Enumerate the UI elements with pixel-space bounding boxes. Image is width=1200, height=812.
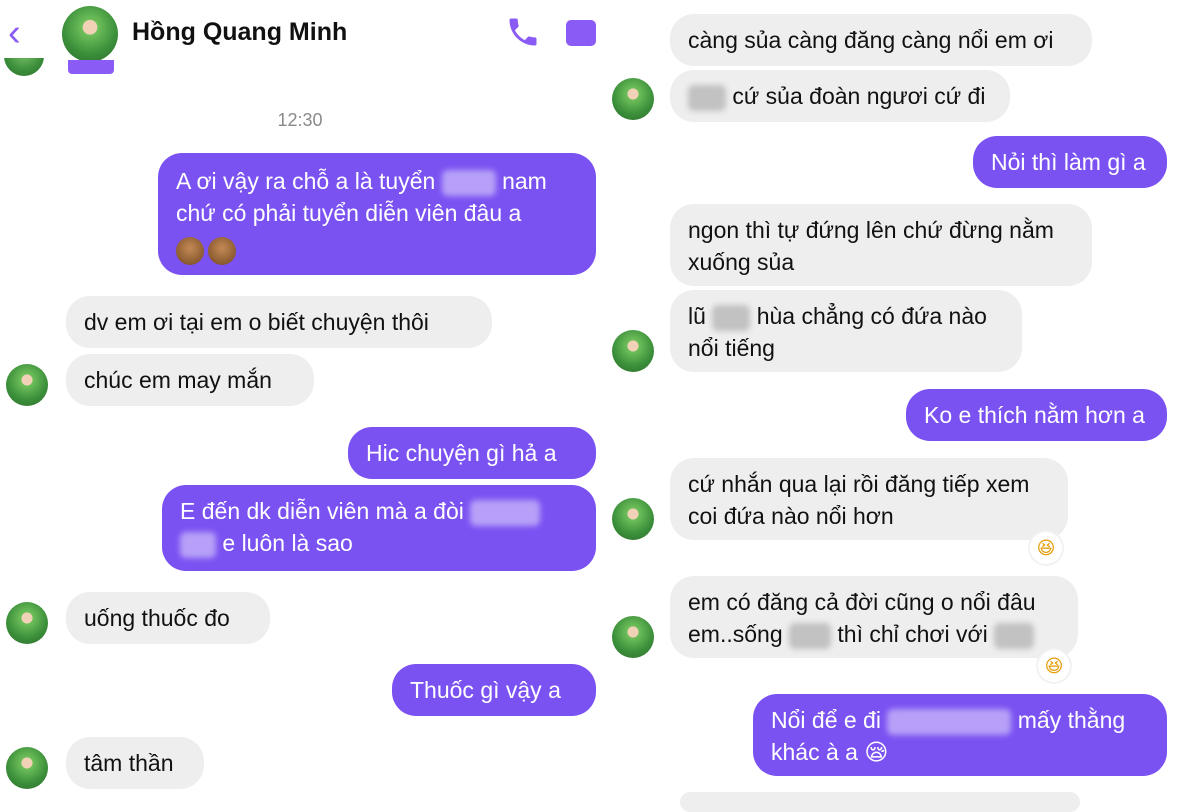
message-text: dv em ơi tại em o biết chuyện thôi — [84, 309, 429, 335]
message-text: khác à a — [771, 739, 858, 765]
message-text: chúc em may mắn — [84, 367, 272, 393]
message-bubble-incoming[interactable]: cứ sủa đoàn ngươi cứ đi — [670, 70, 1010, 122]
message-bubble-outgoing[interactable]: A ơi vậy ra chỗ a là tuyển nam chứ có ph… — [158, 153, 596, 275]
message-bubble-outgoing[interactable]: Nỏi thì làm gì a — [973, 136, 1167, 188]
message-text: càng sủa càng đăng càng nổi em ơi — [688, 27, 1054, 53]
timestamp: 12:30 — [277, 110, 323, 130]
sender-avatar[interactable] — [612, 498, 654, 540]
redacted-blur — [789, 622, 831, 649]
message-bubble-incoming[interactable]: lũ hùa chẳng có đứa nào nổi tiếng — [670, 290, 1022, 372]
sender-avatar[interactable] — [6, 747, 48, 789]
message-text: xuống sủa — [688, 249, 795, 275]
message-text: Thuốc gì vậy a — [410, 677, 561, 703]
facepalm-emoji-icon — [208, 236, 236, 265]
message-bubble-incoming[interactable]: cứ nhắn qua lại rồi đăng tiếp xem coi đứ… — [670, 458, 1068, 540]
message-bubble-incoming[interactable]: càng sủa càng đăng càng nổi em ơi — [670, 14, 1092, 66]
message-text: tâm thần — [84, 750, 174, 776]
contact-avatar[interactable] — [62, 6, 118, 62]
sender-avatar[interactable] — [6, 364, 48, 406]
facepalm-emoji-icon — [176, 236, 204, 265]
message-bubble-outgoing[interactable]: Nổi để e đi mấy thằng khác à a 😪 — [753, 694, 1167, 776]
chevron-left-icon[interactable]: ‹ — [8, 14, 21, 52]
sender-avatar[interactable] — [612, 78, 654, 120]
previous-bubble-stub — [68, 60, 114, 74]
message-text: thì chỉ chơi với — [837, 621, 988, 647]
message-bubble-incoming[interactable]: chúc em may mắn — [66, 354, 314, 406]
sender-avatar[interactable] — [6, 602, 48, 644]
message-bubble-outgoing[interactable]: Ko e thích nằm hơn a — [906, 389, 1167, 441]
redacted-blur — [180, 531, 216, 558]
message-bubble-outgoing[interactable]: E đến dk diễn viên mà a đòi e luôn là sa… — [162, 485, 596, 571]
message-text: em..sống — [688, 621, 783, 647]
message-text: Ko e thích nằm hơn a — [924, 402, 1145, 428]
message-text: coi đứa nào nổi hơn — [688, 503, 894, 529]
message-text: Nỏi thì làm gì a — [991, 149, 1146, 175]
message-text: nam — [502, 168, 547, 194]
message-text: lũ — [688, 303, 706, 329]
next-bubble-stub — [680, 792, 1080, 812]
sleepy-emoji-icon: 😪 — [864, 739, 889, 765]
message-bubble-incoming[interactable]: dv em ơi tại em o biết chuyện thôi — [66, 296, 492, 348]
sender-avatar[interactable] — [612, 330, 654, 372]
message-bubble-incoming[interactable]: tâm thần — [66, 737, 204, 789]
redacted-blur — [994, 622, 1035, 649]
laughing-reaction-icon[interactable]: 😆 — [1030, 532, 1062, 564]
message-text: nổi tiếng — [688, 335, 775, 361]
laughing-reaction-icon[interactable]: 😆 — [1038, 650, 1070, 682]
message-bubble-outgoing[interactable]: Hic chuyện gì hả a — [348, 427, 596, 479]
redacted-blur — [688, 84, 726, 111]
message-bubble-incoming[interactable]: em có đăng cả đời cũng o nổi đâu em..sốn… — [670, 576, 1078, 658]
message-text: hùa chẳng có đứa nào — [756, 303, 987, 329]
message-text: uống thuốc đo — [84, 605, 230, 631]
phone-icon[interactable] — [505, 14, 541, 55]
redacted-blur — [470, 499, 541, 526]
message-text: chứ có phải tuyển diễn viên đâu a — [176, 200, 522, 226]
previous-avatar-stub — [0, 58, 48, 76]
sender-avatar[interactable] — [612, 616, 654, 658]
message-text: ngon thì tự đứng lên chứ đừng nằm — [688, 217, 1054, 243]
redacted-blur — [887, 708, 1012, 735]
message-text: Hic chuyện gì hả a — [366, 440, 557, 466]
message-bubble-outgoing[interactable]: Thuốc gì vậy a — [392, 664, 596, 716]
chat-screenshot-right: càng sủa càng đăng càng nổi em ơi cứ sủa… — [606, 0, 1200, 800]
message-text: Nổi để e đi — [771, 707, 881, 733]
redacted-blur — [712, 304, 751, 331]
redacted-blur — [441, 169, 496, 196]
message-text: cứ sủa đoàn ngươi cứ đi — [732, 83, 986, 109]
message-text: A ơi vậy ra chỗ a là tuyển — [176, 168, 436, 194]
message-text: cứ nhắn qua lại rồi đăng tiếp xem — [688, 471, 1030, 497]
message-text: em có đăng cả đời cũng o nổi đâu — [688, 589, 1036, 615]
message-bubble-incoming[interactable]: ngon thì tự đứng lên chứ đừng nằm xuống … — [670, 204, 1092, 286]
chat-screenshot-left: ‹ Hồng Quang Minh 12:30 A ơi vậy ra chỗ … — [0, 0, 600, 800]
message-text: e luôn là sao — [222, 530, 353, 556]
message-bubble-incoming[interactable]: uống thuốc đo — [66, 592, 270, 644]
video-icon[interactable] — [566, 20, 596, 46]
message-text: E đến dk diễn viên mà a đòi — [180, 498, 464, 524]
message-text: mấy thằng — [1017, 707, 1126, 733]
contact-name[interactable]: Hồng Quang Minh — [132, 18, 347, 47]
